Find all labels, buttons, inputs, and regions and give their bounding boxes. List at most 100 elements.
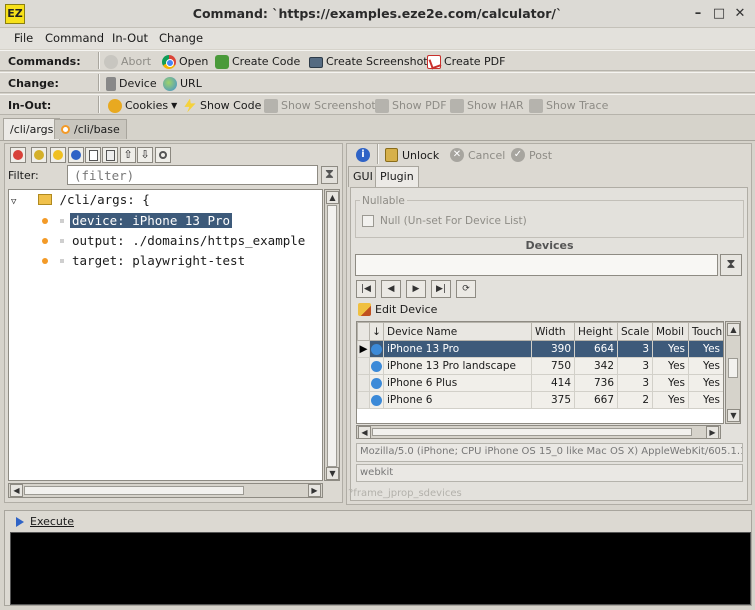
edit-device-button[interactable]: Edit Device	[358, 303, 437, 316]
scroll-left-icon[interactable]: ◀	[10, 484, 23, 497]
scroll-thumb[interactable]	[24, 486, 244, 495]
expand-button[interactable]	[50, 147, 66, 163]
scroll-right-icon[interactable]: ▶	[308, 484, 321, 497]
scroll-down-icon[interactable]: ▼	[326, 467, 339, 480]
refresh-button[interactable]: ⟳	[456, 280, 476, 298]
col-width[interactable]: Width	[531, 322, 575, 341]
cookies-dropdown[interactable]: Cookies ▼	[108, 98, 177, 113]
sort-header[interactable]: ↓	[369, 322, 384, 341]
table-row[interactable]: iPhone 6 375 667 2 Yes Yes	[357, 391, 723, 409]
info-button[interactable]: i	[356, 147, 370, 163]
create-screenshot-button[interactable]: Create Screenshot	[309, 54, 428, 69]
minimize-button[interactable]: –	[690, 6, 706, 22]
execute-button[interactable]: Execute	[16, 515, 74, 528]
remove-button[interactable]	[10, 147, 26, 163]
col-height[interactable]: Height	[574, 322, 618, 341]
tree-root[interactable]: ▽ /cli/args: {	[11, 192, 150, 211]
tab-gui[interactable]: GUI	[348, 166, 378, 187]
device-row-icon	[369, 391, 384, 409]
gear-code-icon	[215, 54, 229, 69]
table-horizontal-scrollbar[interactable]: ◀ ▶	[356, 425, 721, 439]
col-scale[interactable]: Scale	[617, 322, 653, 341]
menu-command[interactable]: Command	[45, 31, 104, 45]
col-device-name[interactable]: Device Name	[383, 322, 532, 341]
table-row[interactable]: iPhone 13 Pro landscape 750 342 3 Yes Ye…	[357, 357, 723, 375]
row-indicator	[357, 391, 370, 409]
abort-button[interactable]: Abort	[104, 54, 151, 69]
show-trace-button[interactable]: Show Trace	[529, 98, 608, 113]
table-row[interactable]: ▶ iPhone 13 Pro 390 664 3 Yes Yes	[357, 340, 723, 358]
col-touch[interactable]: Touch	[688, 322, 723, 341]
filter-input[interactable]: (filter)	[67, 165, 318, 185]
show-har-label: Show HAR	[467, 99, 524, 112]
find-button[interactable]	[31, 147, 47, 163]
menu-in-out[interactable]: In-Out	[112, 31, 148, 45]
scroll-down-icon[interactable]: ▼	[727, 409, 740, 422]
show-pdf-button[interactable]: Show PDF	[375, 98, 447, 113]
nav-first-button[interactable]: |◀	[356, 280, 376, 298]
filter-clear-button[interactable]: ⧗	[321, 166, 338, 184]
device-icon	[106, 76, 116, 91]
engine-field[interactable]: webkit	[356, 464, 743, 482]
cell-touch: Yes	[688, 391, 723, 409]
tree-vertical-scrollbar[interactable]: ▲ ▼	[324, 189, 340, 481]
cell-width: 375	[531, 391, 575, 409]
nav-next-button[interactable]: ▶	[406, 280, 426, 298]
table-vertical-scrollbar[interactable]: ▲ ▼	[725, 321, 741, 424]
scroll-up-icon[interactable]: ▲	[326, 191, 339, 204]
show-screenshot-button[interactable]: Show Screenshot	[264, 98, 376, 113]
bullet-icon	[42, 238, 48, 244]
row-indicator-header	[357, 322, 370, 341]
maximize-button[interactable]: □	[711, 6, 727, 22]
cancel-button[interactable]: ✕ Cancel	[450, 147, 505, 163]
scroll-thumb[interactable]	[372, 428, 692, 436]
devices-filter-input[interactable]	[355, 254, 718, 276]
copy-button[interactable]	[85, 147, 101, 163]
unlock-button[interactable]: Unlock	[385, 147, 439, 163]
tab-cli-args[interactable]: /cli/args	[3, 118, 61, 140]
unlock-label: Unlock	[402, 148, 440, 162]
paste-button[interactable]	[102, 147, 118, 163]
devices-filter-clear-button[interactable]: ⧗	[720, 254, 742, 276]
scroll-up-icon[interactable]: ▲	[727, 323, 740, 336]
scroll-thumb[interactable]	[327, 205, 337, 467]
collapse-icon[interactable]: ▽	[11, 197, 16, 207]
info-button[interactable]	[68, 147, 84, 163]
menu-change[interactable]: Change	[159, 31, 203, 45]
settings-button[interactable]	[155, 147, 171, 163]
post-button[interactable]: ✓ Post	[511, 147, 552, 163]
null-checkbox[interactable]	[362, 215, 374, 227]
tab-plugin[interactable]: Plugin	[375, 166, 419, 187]
move-up-button[interactable]: ⇧	[120, 147, 136, 163]
create-pdf-button[interactable]: Create PDF	[427, 54, 505, 69]
nav-last-button[interactable]: ▶|	[431, 280, 451, 298]
open-button[interactable]: Open	[162, 54, 208, 69]
scroll-left-icon[interactable]: ◀	[358, 426, 371, 439]
cell-width: 390	[531, 340, 575, 358]
cell-width: 414	[531, 374, 575, 392]
post-icon: ✓	[511, 148, 525, 162]
nav-prev-button[interactable]: ◀	[381, 280, 401, 298]
frame-label: ?frame_jprop_sdevices	[348, 488, 462, 499]
device-button[interactable]: Device	[104, 76, 157, 91]
user-agent-field[interactable]: Mozilla/5.0 (iPhone; CPU iPhone OS 15_0 …	[356, 443, 743, 462]
table-row[interactable]: iPhone 6 Plus 414 736 3 Yes Yes	[357, 374, 723, 392]
cell-device-name: iPhone 13 Pro landscape	[383, 357, 532, 375]
cell-device-name: iPhone 13 Pro	[383, 340, 532, 358]
show-code-button[interactable]: Show Code	[183, 98, 261, 113]
tree-horizontal-scrollbar[interactable]: ◀ ▶	[8, 483, 323, 498]
menu-file[interactable]: File	[14, 31, 33, 45]
change-toolbar: Change: Device URL	[0, 72, 755, 93]
show-har-button[interactable]: Show HAR	[450, 98, 524, 113]
close-button[interactable]: ✕	[732, 6, 748, 22]
chrome-icon	[162, 54, 176, 69]
col-mobile[interactable]: Mobil	[652, 322, 689, 341]
scroll-thumb[interactable]	[728, 358, 738, 378]
url-button[interactable]: URL	[163, 76, 202, 91]
tab-cli-base[interactable]: /cli/base	[54, 119, 127, 139]
scroll-right-icon[interactable]: ▶	[706, 426, 719, 439]
create-code-button[interactable]: Create Code	[215, 54, 300, 69]
console-output[interactable]	[10, 532, 751, 605]
paste-icon	[106, 150, 115, 161]
move-down-button[interactable]: ⇩	[137, 147, 153, 163]
